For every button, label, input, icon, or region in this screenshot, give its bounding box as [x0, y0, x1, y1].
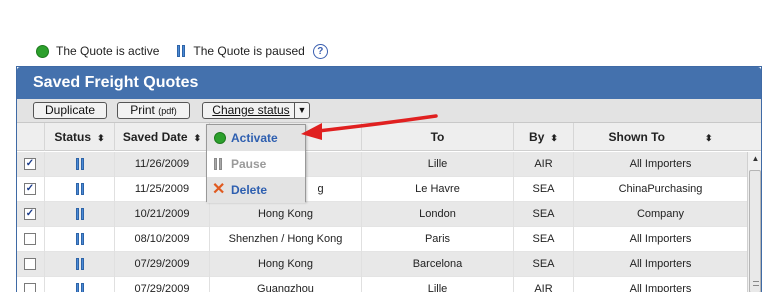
saved-quotes-screen: The Quote is active The Quote is paused … [0, 0, 767, 292]
red-pointer-arrow-icon [301, 114, 438, 140]
